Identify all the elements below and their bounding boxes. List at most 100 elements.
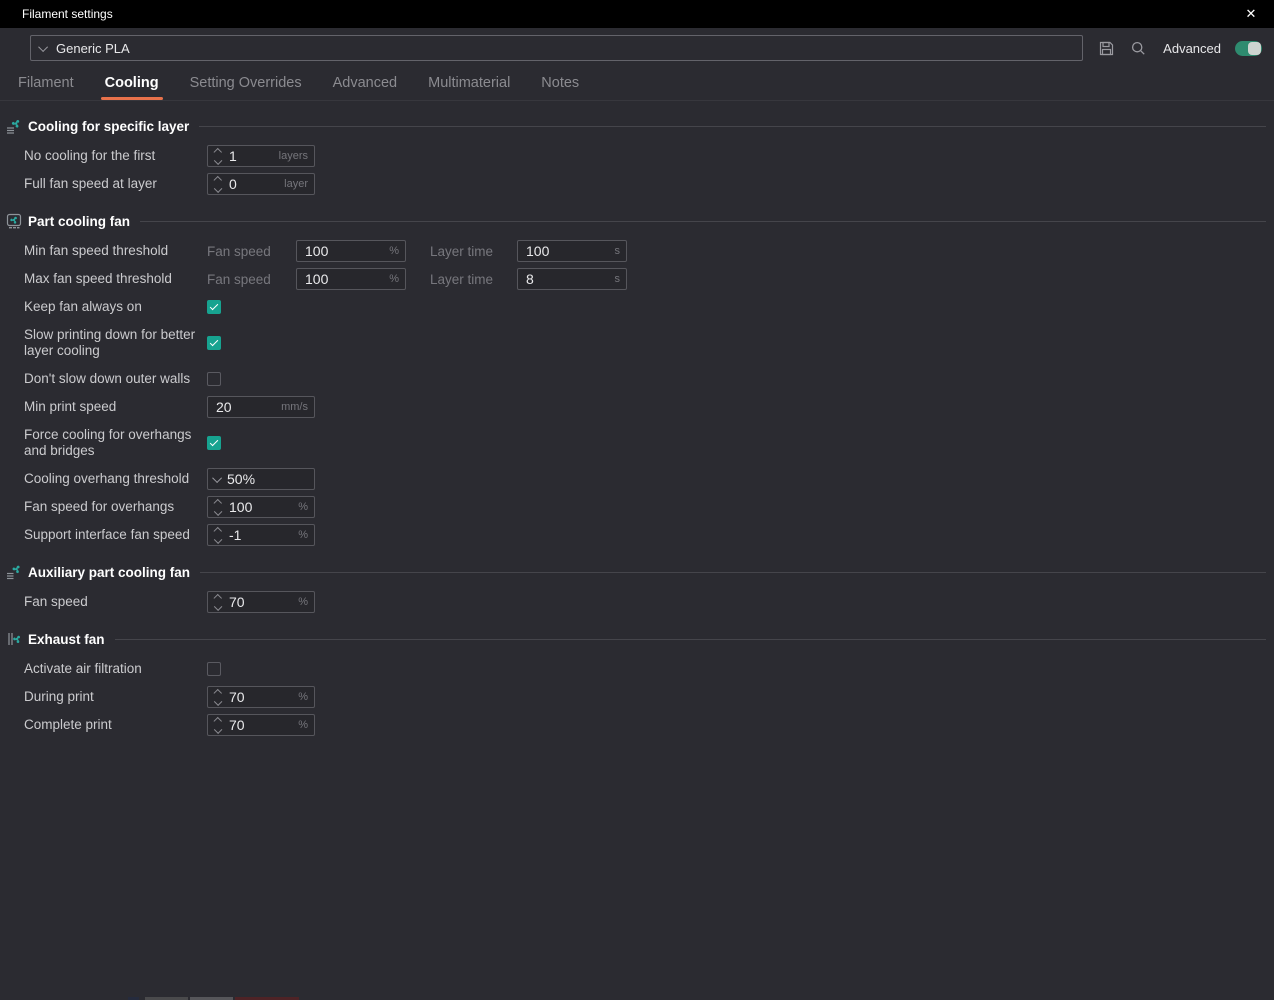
unit-label: %: [298, 529, 314, 541]
row-min-fan-speed-threshold: Min fan speed threshold Fan speed % Laye…: [0, 237, 1274, 265]
setting-label: Slow printing down for better layer cool…: [24, 327, 207, 359]
cooling-specific-layer-icon: [4, 117, 23, 135]
during-print-value[interactable]: [223, 689, 298, 705]
no-cooling-first-input[interactable]: layers: [207, 145, 315, 167]
setting-label: Fan speed for overhangs: [24, 499, 207, 515]
activate-air-filtration-checkbox[interactable]: [207, 662, 221, 676]
advanced-mode-label: Advanced: [1163, 41, 1221, 56]
min-threshold-fan-speed-input[interactable]: %: [296, 240, 406, 262]
section-divider: [115, 639, 1266, 640]
search-icon: [1130, 40, 1147, 57]
setting-label: Activate air filtration: [24, 661, 207, 677]
section-title: Exhaust fan: [28, 632, 105, 647]
min-threshold-layer-time-value[interactable]: [518, 243, 615, 259]
setting-label: Keep fan always on: [24, 299, 207, 315]
unit-label: %: [298, 596, 314, 608]
full-fan-at-layer-input[interactable]: layer: [207, 173, 315, 195]
section-divider: [200, 572, 1266, 573]
setting-label: Support interface fan speed: [24, 527, 207, 543]
row-activate-air-filtration: Activate air filtration: [0, 655, 1274, 683]
check-icon: [210, 301, 218, 309]
auxiliary-part-cooling-fan-icon: [4, 563, 23, 581]
stepper-arrows[interactable]: [208, 718, 223, 732]
row-min-print-speed: Min print speed mm/s: [0, 393, 1274, 421]
setting-label: Min print speed: [24, 399, 207, 415]
fan-speed-overhangs-input[interactable]: %: [207, 496, 315, 518]
setting-label: Complete print: [24, 717, 207, 733]
window-title: Filament settings: [22, 7, 1238, 21]
min-print-speed-input[interactable]: mm/s: [207, 396, 315, 418]
unit-label: %: [389, 273, 405, 285]
section-part-cooling-fan: Part cooling fan: [4, 211, 1266, 231]
row-complete-print: Complete print %: [0, 711, 1274, 739]
max-threshold-fan-speed-value[interactable]: [297, 271, 389, 287]
tab-setting-overrides[interactable]: Setting Overrides: [188, 75, 304, 100]
during-print-input[interactable]: %: [207, 686, 315, 708]
stepper-arrows[interactable]: [208, 149, 223, 163]
slow-printing-down-checkbox[interactable]: [207, 336, 221, 350]
tab-notes[interactable]: Notes: [539, 75, 581, 100]
support-interface-fan-speed-value[interactable]: [223, 527, 298, 543]
section-exhaust-fan: Exhaust fan: [4, 629, 1266, 649]
complete-print-value[interactable]: [223, 717, 298, 733]
fan-speed-sublabel: Fan speed: [207, 272, 296, 287]
max-threshold-layer-time-input[interactable]: s: [517, 268, 627, 290]
force-cooling-overhangs-checkbox[interactable]: [207, 436, 221, 450]
row-slow-printing-down: Slow printing down for better layer cool…: [0, 321, 1274, 365]
chevron-down-icon: [38, 42, 48, 52]
cooling-overhang-threshold-dropdown[interactable]: 50%: [207, 468, 315, 490]
tab-filament[interactable]: Filament: [16, 75, 76, 100]
exhaust-fan-icon: [4, 630, 23, 648]
section-divider: [199, 126, 1266, 127]
full-fan-at-layer-value[interactable]: [223, 176, 284, 192]
layer-time-sublabel: Layer time: [430, 272, 517, 287]
stepper-arrows[interactable]: [208, 690, 223, 704]
section-divider: [140, 221, 1266, 222]
row-dont-slow-outer-walls: Don't slow down outer walls: [0, 365, 1274, 393]
toggle-knob: [1248, 42, 1261, 55]
preset-dropdown-value: Generic PLA: [56, 41, 130, 56]
fan-speed-sublabel: Fan speed: [207, 244, 296, 259]
stepper-arrows[interactable]: [208, 528, 223, 542]
fan-speed-overhangs-value[interactable]: [223, 499, 298, 515]
support-interface-fan-speed-input[interactable]: %: [207, 524, 315, 546]
max-threshold-layer-time-value[interactable]: [518, 271, 615, 287]
unit-label: layer: [284, 178, 314, 190]
preset-dropdown[interactable]: Generic PLA: [30, 35, 1083, 61]
min-threshold-fan-speed-value[interactable]: [297, 243, 389, 259]
row-fan-speed-overhangs: Fan speed for overhangs %: [0, 493, 1274, 521]
no-cooling-first-value[interactable]: [223, 148, 279, 164]
stepper-arrows[interactable]: [208, 177, 223, 191]
row-no-cooling-first: No cooling for the first layers: [0, 142, 1274, 170]
unit-label: layers: [279, 150, 314, 162]
dont-slow-outer-walls-checkbox[interactable]: [207, 372, 221, 386]
check-icon: [210, 337, 218, 345]
row-cooling-overhang-threshold: Cooling overhang threshold 50%: [0, 465, 1274, 493]
row-during-print: During print %: [0, 683, 1274, 711]
section-title: Cooling for specific layer: [28, 119, 189, 134]
aux-fan-speed-input[interactable]: %: [207, 591, 315, 613]
setting-label: Force cooling for overhangs and bridges: [24, 427, 207, 459]
section-auxiliary-part-cooling-fan: Auxiliary part cooling fan: [4, 562, 1266, 582]
settings-page-cooling: Cooling for specific layer No cooling fo…: [0, 101, 1274, 739]
close-icon[interactable]: ✕: [1238, 0, 1264, 28]
unit-label: s: [615, 245, 627, 257]
search-settings-button[interactable]: [1129, 39, 1147, 57]
stepper-arrows[interactable]: [208, 500, 223, 514]
tab-multimaterial[interactable]: Multimaterial: [426, 75, 512, 100]
stepper-arrows[interactable]: [208, 595, 223, 609]
min-print-speed-value[interactable]: [208, 399, 281, 415]
save-preset-button[interactable]: [1097, 39, 1115, 57]
max-threshold-fan-speed-input[interactable]: %: [296, 268, 406, 290]
row-aux-fan-speed: Fan speed %: [0, 588, 1274, 616]
row-keep-fan-always-on: Keep fan always on: [0, 293, 1274, 321]
advanced-mode-toggle[interactable]: [1235, 41, 1262, 56]
aux-fan-speed-value[interactable]: [223, 594, 298, 610]
unit-label: mm/s: [281, 401, 314, 413]
row-max-fan-speed-threshold: Max fan speed threshold Fan speed % Laye…: [0, 265, 1274, 293]
keep-fan-always-on-checkbox[interactable]: [207, 300, 221, 314]
tab-advanced[interactable]: Advanced: [331, 75, 400, 100]
min-threshold-layer-time-input[interactable]: s: [517, 240, 627, 262]
complete-print-input[interactable]: %: [207, 714, 315, 736]
tab-cooling[interactable]: Cooling: [103, 75, 161, 100]
